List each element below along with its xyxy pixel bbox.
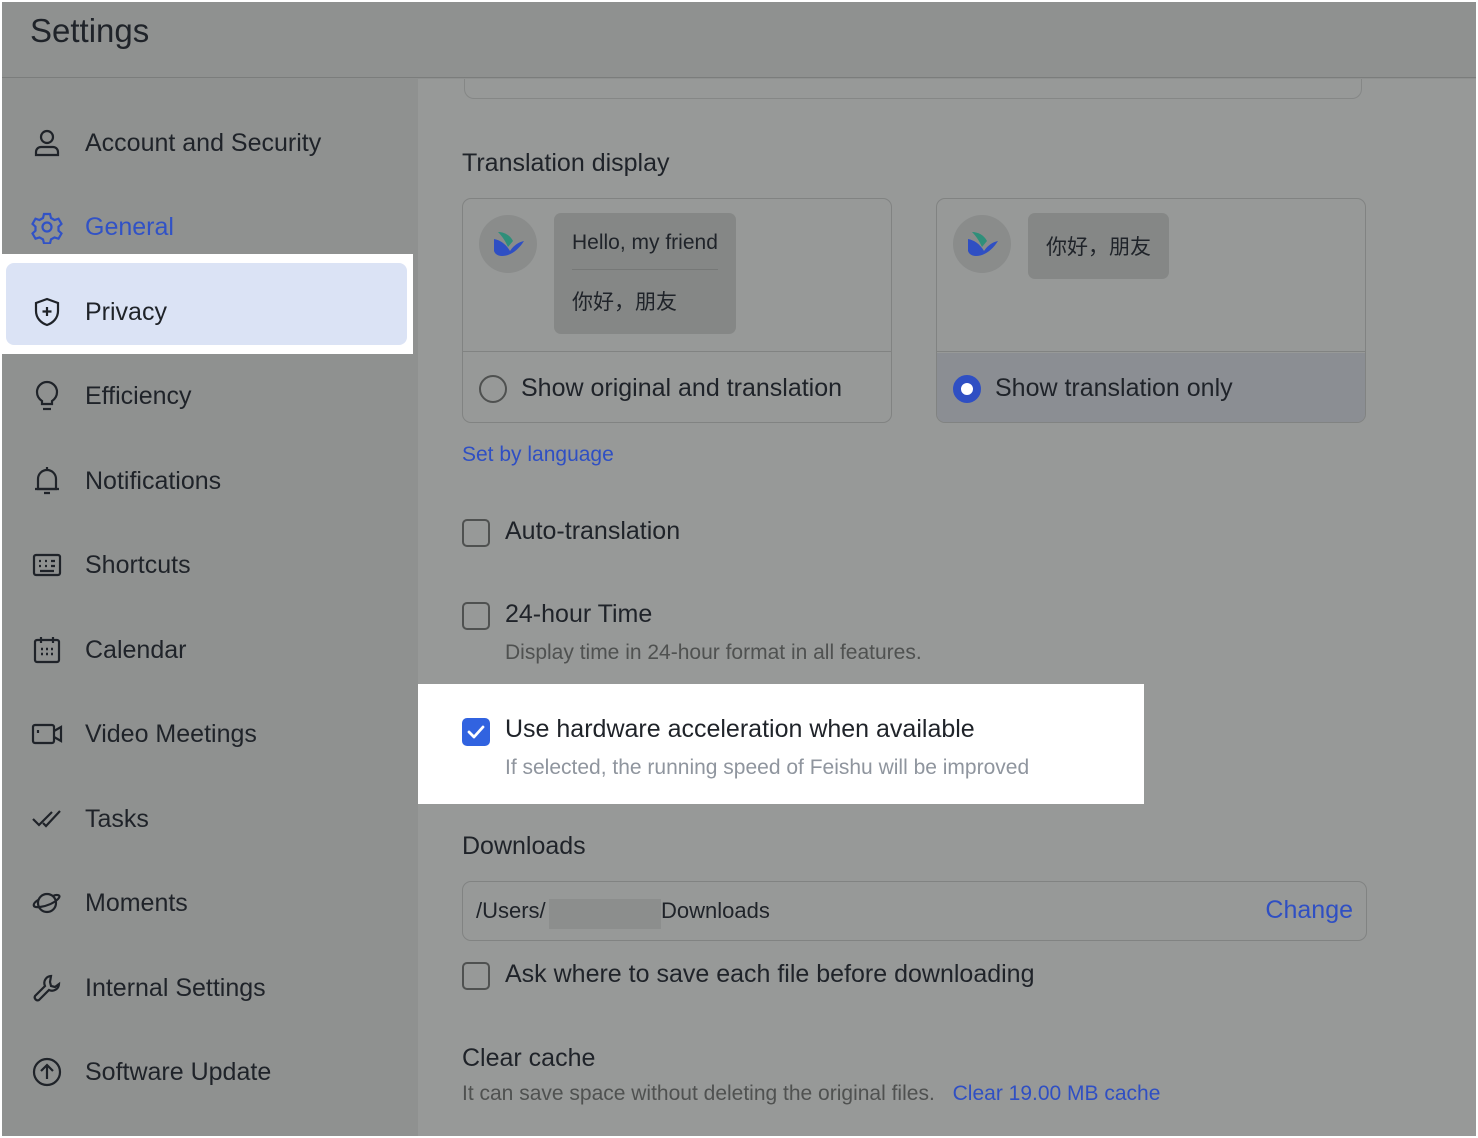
- sidebar-item-label: Tasks: [85, 804, 149, 833]
- sidebar-item-label: Video Meetings: [85, 719, 257, 748]
- lightbulb-icon: [30, 379, 64, 413]
- option-footer[interactable]: Show translation only: [937, 353, 1365, 422]
- checkmark-icon: [467, 725, 485, 739]
- message-bubble: Hello, my friend 你好，朋友: [554, 213, 736, 334]
- shield-plus-icon: [30, 295, 64, 329]
- sidebar-item-shortcuts[interactable]: Shortcuts: [2, 521, 416, 609]
- translated-message: 你好，朋友: [572, 269, 718, 316]
- settings-content: Translation display Hello, my friend 你好，…: [418, 79, 1476, 1136]
- double-check-icon: [30, 802, 64, 836]
- redacted-username: [549, 899, 661, 929]
- message-bubble: 你好，朋友: [1028, 213, 1169, 279]
- wrench-icon: [30, 971, 64, 1005]
- translation-display-title: Translation display: [462, 149, 670, 177]
- sidebar-item-label: Calendar: [85, 635, 187, 664]
- option-footer[interactable]: Show original and translation: [463, 353, 891, 422]
- translated-message: 你好，朋友: [1046, 236, 1151, 259]
- download-path-suffix: Downloads: [661, 898, 770, 923]
- auto-translation-checkbox[interactable]: [462, 519, 490, 547]
- previous-section-edge: [464, 79, 1362, 99]
- hour24-description: Display time in 24-hour format in all fe…: [505, 641, 922, 664]
- sidebar-item-label: General: [85, 212, 174, 241]
- sidebar-item-label: Notifications: [85, 466, 222, 495]
- clear-cache-description: It can save space without deleting the o…: [462, 1082, 935, 1105]
- translation-preview: 你好，朋友: [937, 199, 1365, 352]
- settings-window: Settings Account and Security General Pr…: [2, 2, 1476, 1136]
- sidebar-item-general[interactable]: General: [2, 183, 416, 271]
- title-bar: Settings: [2, 2, 1476, 78]
- sidebar-item-label: Shortcuts: [85, 550, 191, 579]
- hour24-label: 24-hour Time: [505, 600, 653, 628]
- hardware-acceleration-description: If selected, the running speed of Feishu…: [505, 756, 1030, 779]
- sidebar-item-label: Privacy: [85, 297, 167, 326]
- sidebar-item-internal-settings[interactable]: Internal Settings: [2, 944, 416, 1032]
- ask-save-location-checkbox[interactable]: [462, 962, 490, 990]
- translation-option-only[interactable]: 你好，朋友 Show translation only: [936, 198, 1366, 423]
- clear-cache-link[interactable]: Clear 19.00 MB cache: [953, 1082, 1161, 1105]
- sidebar-item-video-meetings[interactable]: Video Meetings: [2, 690, 416, 778]
- person-icon: [30, 126, 64, 160]
- calendar-icon: [30, 633, 64, 667]
- clear-cache-row: It can save space without deleting the o…: [462, 1082, 1160, 1106]
- auto-translation-label: Auto-translation: [505, 517, 681, 545]
- translation-option-both[interactable]: Hello, my friend 你好，朋友 Show original and…: [462, 198, 892, 423]
- sidebar-item-account-and-security[interactable]: Account and Security: [2, 99, 416, 187]
- app-logo-icon: [953, 215, 1011, 273]
- download-path-field: /Users/ Downloads Change: [462, 881, 1367, 941]
- clear-cache-title: Clear cache: [462, 1044, 596, 1072]
- original-message: Hello, my friend: [572, 231, 718, 254]
- sidebar-item-label: Efficiency: [85, 381, 192, 410]
- radio-button-selected[interactable]: [953, 374, 981, 403]
- sidebar-item-notifications[interactable]: Notifications: [2, 437, 416, 525]
- sidebar-item-label: Software Update: [85, 1057, 272, 1086]
- ask-save-location-label: Ask where to save each file before downl…: [505, 960, 1035, 988]
- sidebar-item-privacy[interactable]: Privacy: [2, 268, 416, 356]
- set-by-language-link[interactable]: Set by language: [462, 443, 614, 467]
- sidebar-item-efficiency[interactable]: Efficiency: [2, 352, 416, 440]
- radio-button[interactable]: [479, 374, 507, 403]
- sidebar-item-tasks[interactable]: Tasks: [2, 775, 416, 863]
- bell-icon: [30, 464, 64, 498]
- gear-icon: [30, 210, 64, 244]
- sidebar-item-label: Moments: [85, 888, 188, 917]
- sidebar: Account and Security General Privacy Eff…: [2, 79, 416, 1136]
- sidebar-item-label: Internal Settings: [85, 973, 266, 1002]
- hardware-acceleration-highlight: Use hardware acceleration when available…: [418, 684, 1144, 804]
- video-camera-icon: [30, 717, 64, 751]
- sidebar-item-moments[interactable]: Moments: [2, 859, 416, 947]
- sidebar-item-calendar[interactable]: Calendar: [2, 606, 416, 694]
- change-path-button[interactable]: Change: [1265, 896, 1353, 925]
- app-logo-icon: [479, 215, 537, 273]
- hour24-checkbox[interactable]: [462, 602, 490, 630]
- option-label: Show translation only: [995, 374, 1233, 402]
- hardware-acceleration-label: Use hardware acceleration when available: [505, 715, 975, 743]
- hardware-acceleration-checkbox[interactable]: [462, 718, 490, 746]
- sidebar-item-software-update[interactable]: Software Update: [2, 1028, 416, 1116]
- keyboard-icon: [30, 548, 64, 582]
- option-label: Show original and translation: [521, 374, 843, 402]
- arrow-up-circle-icon: [30, 1055, 64, 1089]
- download-path-prefix: /Users/: [476, 898, 546, 923]
- planet-icon: [30, 886, 64, 920]
- translation-preview: Hello, my friend 你好，朋友: [463, 199, 891, 352]
- downloads-title: Downloads: [462, 832, 586, 860]
- page-title: Settings: [30, 12, 150, 49]
- sidebar-item-label: Account and Security: [85, 128, 322, 157]
